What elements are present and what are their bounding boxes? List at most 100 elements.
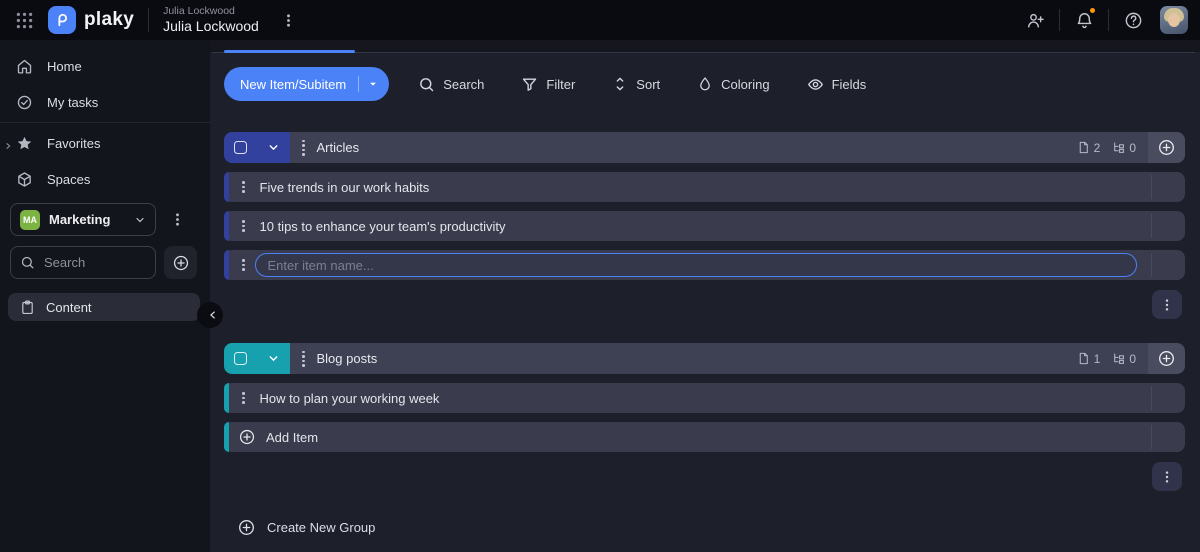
toolbar-fields-button[interactable]: Fields (807, 76, 867, 93)
group-items-count: 1 (1077, 352, 1100, 366)
tab-bar-border (212, 52, 1195, 53)
sort-icon (612, 76, 628, 92)
group-collapse-chevron-icon[interactable] (267, 141, 280, 154)
item-row[interactable]: 10 tips to enhance your team's productiv… (224, 211, 1185, 241)
sidebar-item-home[interactable]: Home (0, 48, 210, 84)
search-icon (20, 255, 35, 270)
coloring-icon (697, 76, 713, 92)
sidebar-item-favorites[interactable]: Favorites (0, 125, 210, 161)
group-color-section (224, 343, 290, 374)
workspace-name: Marketing (49, 212, 111, 227)
topbar-separator (1108, 9, 1109, 31)
board-options-kebab-icon[interactable] (281, 13, 296, 28)
add-board-button[interactable] (164, 246, 197, 279)
items-count-icon (1079, 141, 1088, 154)
sidebar-item-spaces[interactable]: Spaces (0, 161, 210, 197)
sidebar-search-input[interactable] (44, 255, 134, 270)
group-collapse-chevron-icon[interactable] (267, 352, 280, 365)
notifications-bell-icon[interactable] (1071, 7, 1097, 33)
group-checkbox[interactable] (234, 352, 247, 365)
item-drag-handle-icon[interactable] (242, 259, 245, 271)
group-drag-handle-icon[interactable] (302, 350, 305, 367)
new-item-row (224, 250, 1185, 280)
workspace-label: Julia Lockwood (163, 4, 235, 17)
plus-circle-icon (238, 428, 256, 446)
row-column-divider (1151, 214, 1152, 238)
help-icon[interactable] (1120, 7, 1146, 33)
subitems-count-icon (1114, 353, 1125, 364)
row-column-divider (1151, 386, 1152, 410)
workspace-selector[interactable]: MA Marketing (10, 203, 156, 236)
group-drag-handle-icon[interactable] (302, 139, 305, 156)
sidebar-divider (0, 122, 210, 123)
plaky-logo-icon[interactable] (48, 6, 76, 34)
subitems-count-icon (1114, 142, 1125, 153)
brand-name: plaky (84, 9, 135, 30)
board-table: Articles 2 0 Five trends in our work hab… (224, 132, 1185, 537)
item-drag-handle-icon[interactable] (242, 220, 245, 232)
filter-icon (521, 76, 538, 93)
toolbar-search-button[interactable]: Search (418, 76, 484, 93)
apps-grid-icon[interactable] (12, 8, 36, 32)
row-column-divider (1151, 253, 1152, 277)
search-icon (418, 76, 435, 93)
group-title[interactable]: Blog posts (317, 351, 378, 366)
caret-down-icon[interactable] (368, 79, 378, 89)
group-header-blog-posts: Blog posts 1 0 (224, 343, 1185, 374)
board-toolbar: New Item/Subitem Search Filter Sort Colo… (224, 67, 1185, 101)
group-color-stripe (224, 172, 229, 202)
item-drag-handle-icon[interactable] (242, 392, 245, 404)
new-item-button[interactable]: New Item/Subitem (224, 67, 390, 101)
group-color-stripe (224, 250, 229, 280)
group-color-stripe (224, 383, 229, 413)
view-tab-strip (210, 40, 1200, 52)
add-column-button[interactable] (1148, 132, 1185, 163)
sidebar-item-content-board[interactable]: Content (8, 293, 200, 321)
group-options-button[interactable] (1152, 290, 1182, 319)
sidebar-item-label: Favorites (47, 135, 101, 151)
toolbar-sort-button[interactable]: Sort (612, 76, 660, 92)
workspace-options-kebab-icon[interactable] (170, 212, 185, 227)
item-name[interactable]: How to plan your working week (260, 391, 440, 406)
create-new-group-button[interactable]: Create New Group (237, 518, 375, 537)
group-title[interactable]: Articles (317, 140, 360, 155)
top-bar: plaky Julia Lockwood Julia Lockwood (0, 0, 1200, 40)
expand-chevron-icon[interactable] (4, 138, 12, 153)
add-item-label: Add Item (266, 429, 319, 445)
row-column-divider (1151, 425, 1152, 449)
add-item-row[interactable]: Add Item (224, 422, 1185, 452)
sidebar-item-label: Home (47, 58, 82, 74)
plus-circle-icon (237, 518, 256, 537)
item-row[interactable]: Five trends in our work habits (224, 172, 1185, 202)
add-column-button[interactable] (1148, 343, 1185, 374)
group-checkbox[interactable] (234, 141, 247, 154)
toolbar-action-label: Sort (636, 76, 661, 92)
new-item-name-input[interactable] (254, 253, 1137, 277)
invite-user-icon[interactable] (1022, 7, 1048, 33)
item-drag-handle-icon[interactable] (242, 181, 245, 193)
topbar-divider (148, 8, 150, 32)
toolbar-filter-button[interactable]: Filter (521, 76, 575, 93)
group-options-button[interactable] (1152, 462, 1182, 491)
item-row[interactable]: How to plan your working week (224, 383, 1185, 413)
toolbar-action-label: Fields (831, 76, 867, 92)
group-header-articles: Articles 2 0 (224, 132, 1185, 163)
user-avatar[interactable] (1160, 6, 1188, 34)
items-count-icon (1079, 352, 1088, 365)
sidebar-item-my-tasks[interactable]: My tasks (0, 84, 210, 120)
check-circle-icon (16, 94, 33, 111)
group-color-section (224, 132, 290, 163)
sidebar-search-box (10, 246, 156, 279)
cube-icon (16, 171, 33, 188)
board-link-label: Content (46, 299, 92, 315)
button-divider (358, 76, 360, 92)
toolbar-action-label: Coloring (721, 76, 770, 92)
toolbar-coloring-button[interactable]: Coloring (697, 76, 770, 92)
chevron-down-icon (134, 214, 146, 226)
home-icon (16, 58, 33, 75)
active-view-tab[interactable] (224, 50, 355, 53)
item-name[interactable]: 10 tips to enhance your team's productiv… (260, 219, 506, 234)
sidebar-collapse-button[interactable] (197, 302, 223, 328)
item-name[interactable]: Five trends in our work habits (260, 180, 430, 195)
star-icon (16, 135, 33, 152)
